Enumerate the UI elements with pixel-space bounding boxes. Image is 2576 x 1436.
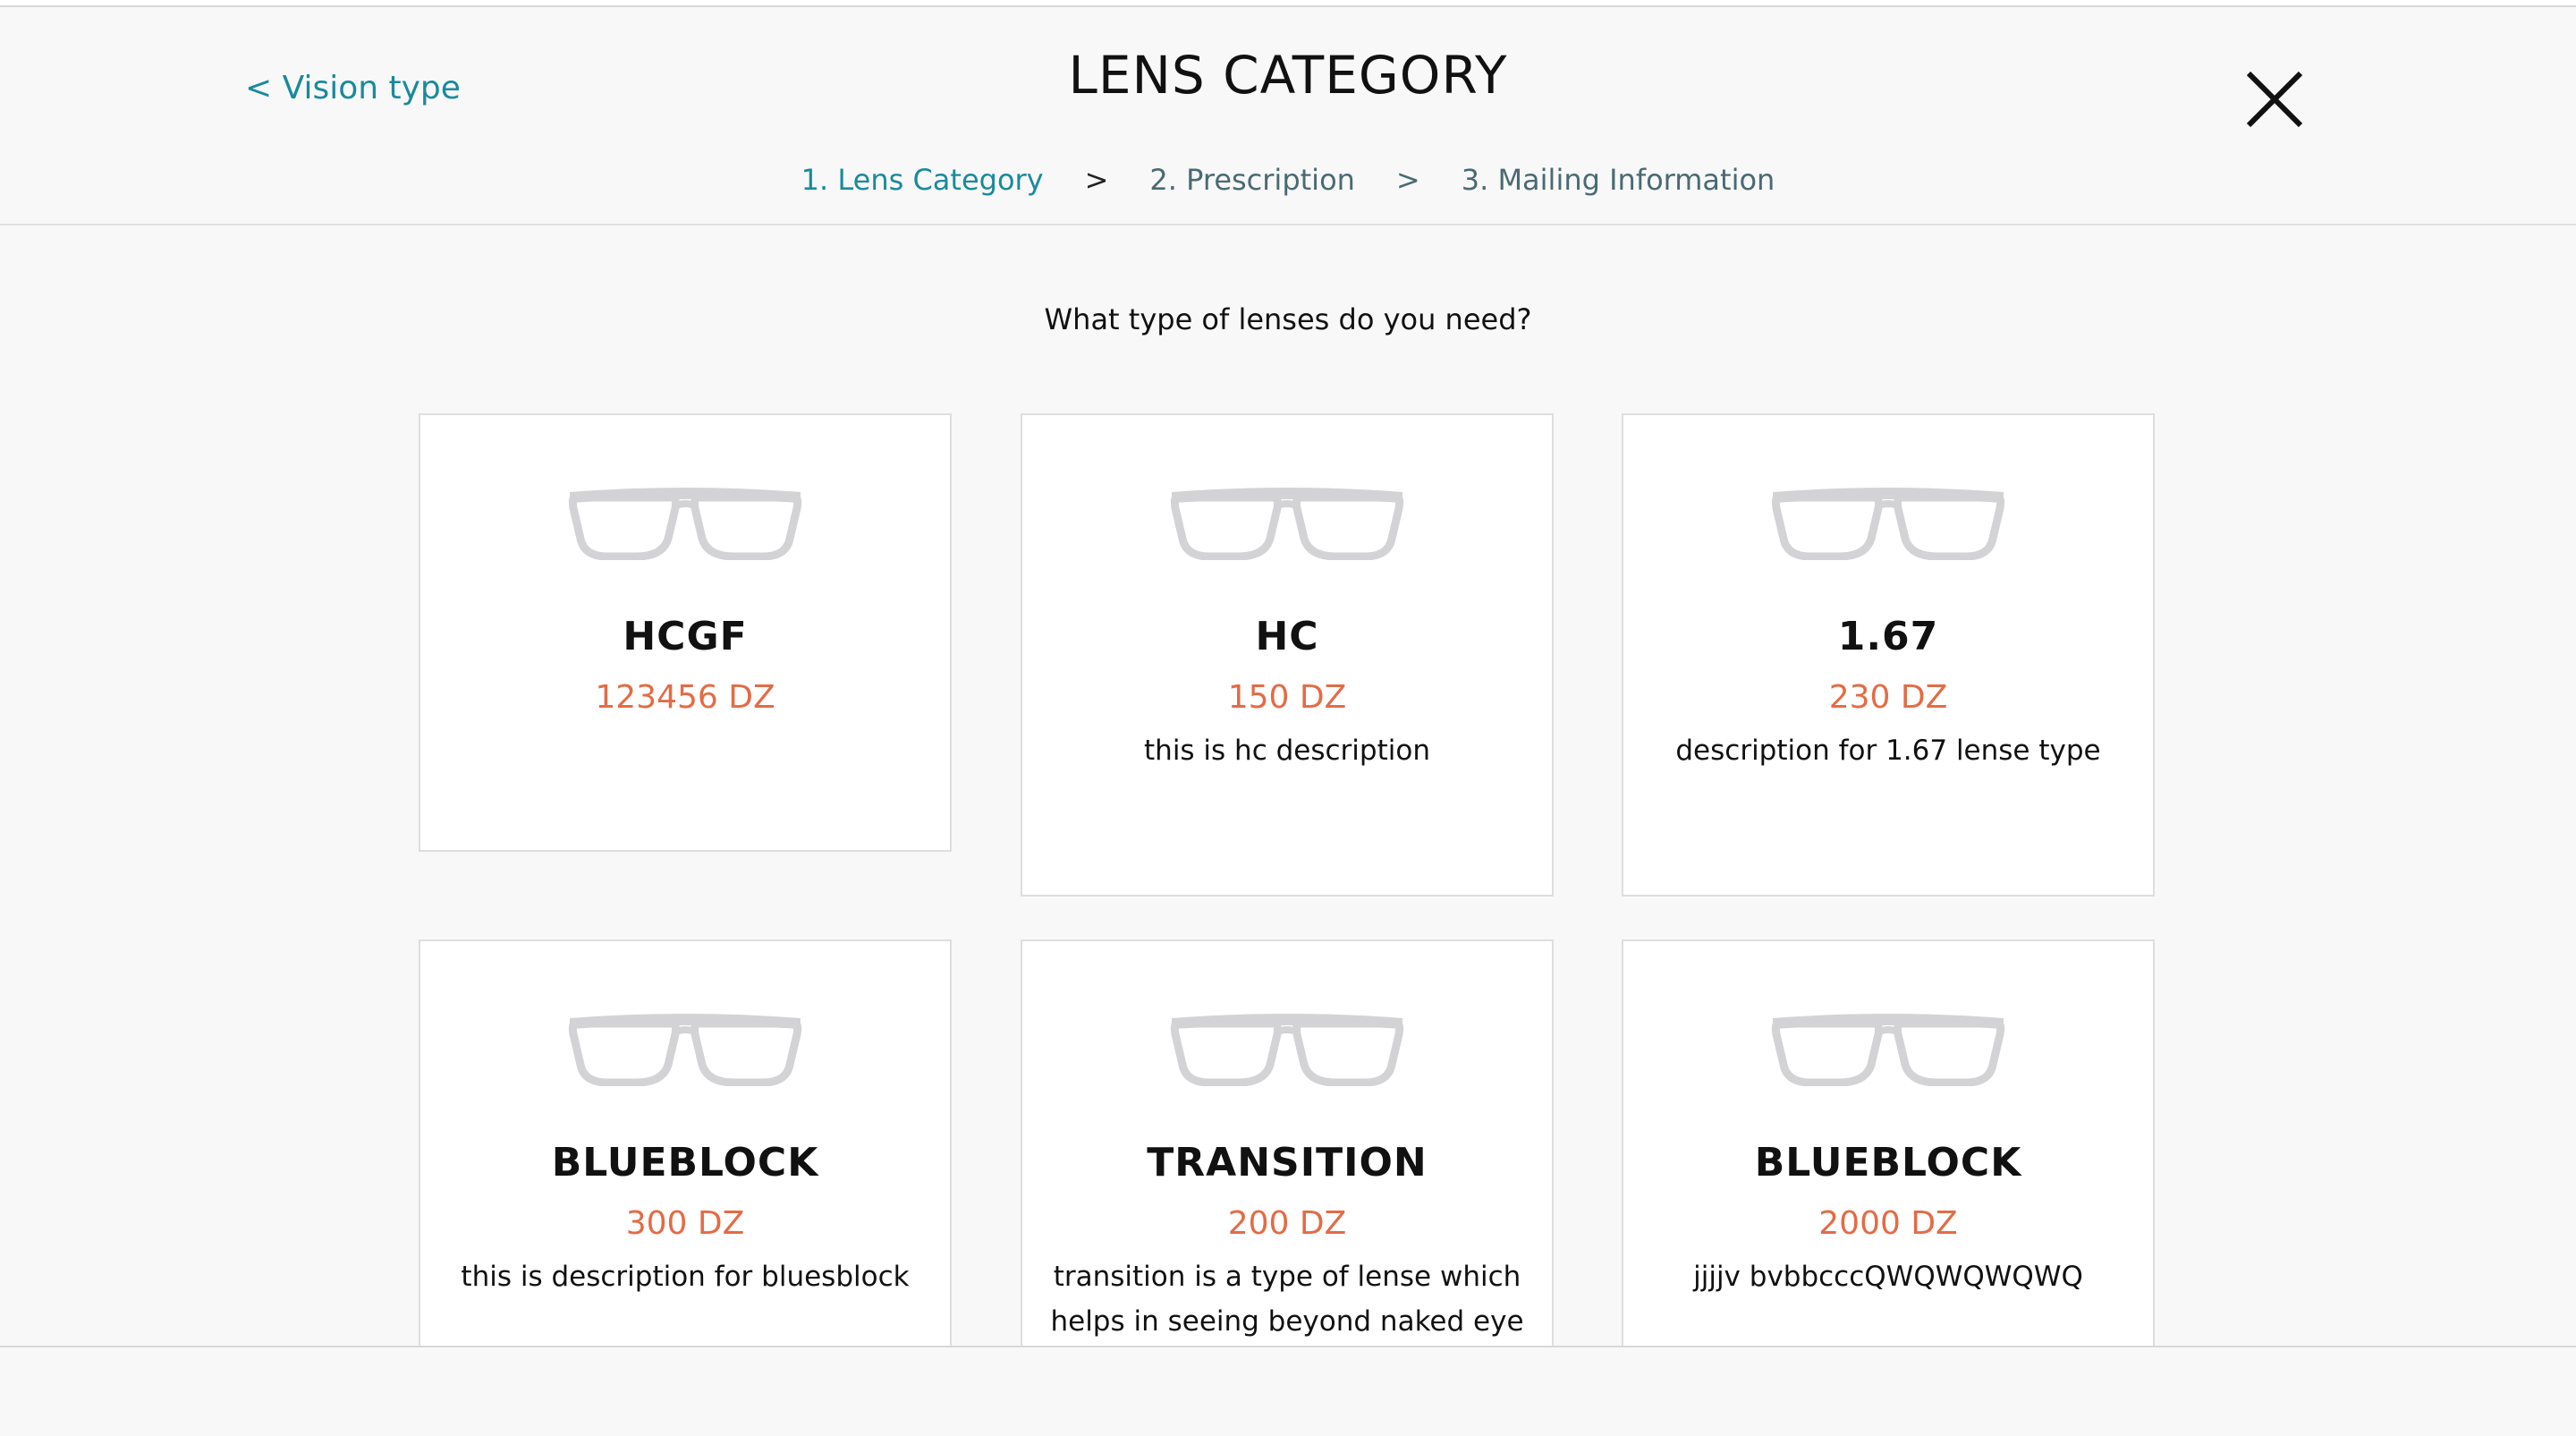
step-breadcrumb: 1. Lens Category >2. Prescription >3. Mail… <box>0 163 2576 197</box>
page-footer <box>0 1346 2576 1436</box>
page-title: LENS CATEGORY <box>1068 45 1508 106</box>
lens-name: 1.67 <box>1837 614 1939 659</box>
lens-card[interactable]: TRANSITION 200 DZ transition is a type o… <box>1021 939 1554 1346</box>
lens-description: this is hc description <box>1144 735 1430 767</box>
lens-price: 230 DZ <box>1828 679 1948 716</box>
step-separator: > <box>1084 163 1109 197</box>
lens-card[interactable]: 1.67 230 DZ description for 1.67 lense t… <box>1622 413 2155 896</box>
glasses-icon <box>1168 485 1406 560</box>
glasses-icon <box>1168 1011 1406 1086</box>
lens-name: HC <box>1255 614 1319 659</box>
lens-name: TRANSITION <box>1147 1140 1428 1185</box>
step-prescription[interactable]: 2. Prescription <box>1149 163 1355 197</box>
lens-price: 200 DZ <box>1227 1205 1347 1242</box>
glasses-icon <box>566 1011 804 1086</box>
lens-card[interactable]: HCGF 123456 DZ <box>419 413 952 852</box>
lens-price: 150 DZ <box>1227 679 1347 716</box>
glasses-icon <box>1769 1011 2007 1086</box>
step-separator: > <box>1395 163 1420 197</box>
glasses-icon <box>1769 485 2007 560</box>
lens-description: this is description for bluesblock <box>461 1261 910 1293</box>
close-icon[interactable] <box>2243 68 2306 131</box>
page-header: < Vision type LENS CATEGORY 1. Lens Cate… <box>0 7 2576 225</box>
lens-name: HCGF <box>623 614 748 659</box>
lens-card[interactable]: BLUEBLOCK 300 DZ this is description for… <box>419 939 952 1346</box>
lens-price: 123456 DZ <box>595 679 775 716</box>
lens-description: description for 1.67 lense type <box>1675 735 2101 767</box>
lens-name: BLUEBLOCK <box>1754 1140 2022 1185</box>
lens-description: jjjjv bvbbcccQWQWQWQWQ <box>1693 1261 2083 1293</box>
step-mailing-information[interactable]: 3. Mailing Information <box>1462 163 1775 197</box>
lens-description: transition is a type of lense which help… <box>1050 1261 1524 1338</box>
window-top-border <box>0 0 2576 7</box>
lens-question: What type of lenses do you need? <box>1044 302 1532 336</box>
step-lens-category[interactable]: 1. Lens Category <box>801 163 1044 197</box>
lens-card[interactable]: BLUEBLOCK 2000 DZ jjjjv bvbbcccQWQWQWQWQ <box>1622 939 2155 1346</box>
glasses-icon <box>566 485 804 560</box>
lens-card[interactable]: HC 150 DZ this is hc description <box>1021 413 1554 896</box>
lens-price: 300 DZ <box>625 1205 745 1242</box>
lens-name: BLUEBLOCK <box>551 1140 819 1185</box>
lens-category-content: What type of lenses do you need? HCGF 12… <box>0 225 2576 1346</box>
lens-price: 2000 DZ <box>1818 1205 1958 1242</box>
